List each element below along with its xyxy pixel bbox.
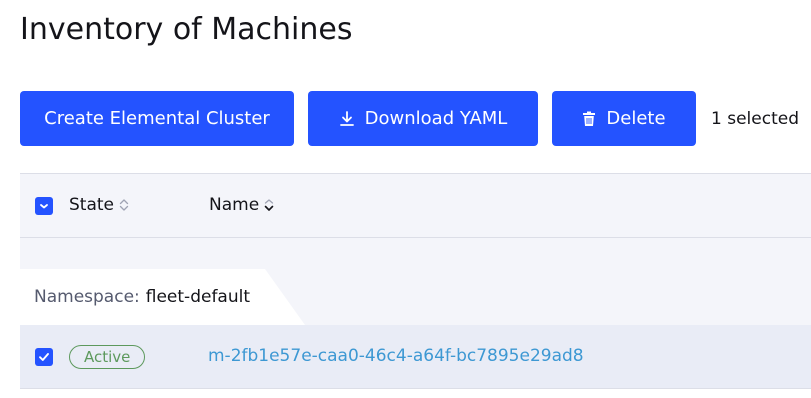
page-title: Inventory of Machines — [20, 12, 353, 47]
minus-icon — [39, 201, 49, 211]
download-yaml-label: Download YAML — [364, 108, 508, 129]
select-all-checkbox[interactable] — [35, 197, 53, 215]
namespace-value: fleet-default — [145, 287, 251, 307]
machine-name-link[interactable]: m-2fb1e57e-caa0-46c4-a64f-bc7895e29ad8 — [208, 346, 584, 366]
download-yaml-button[interactable]: Download YAML — [308, 91, 538, 146]
sort-down-icon — [263, 197, 275, 213]
status-badge: Active — [69, 345, 146, 369]
trash-icon — [582, 111, 596, 127]
create-elemental-cluster-button[interactable]: Create Elemental Cluster — [20, 91, 294, 146]
delete-label: Delete — [606, 108, 666, 129]
selected-count: 1 selected — [711, 108, 799, 129]
column-header-state[interactable]: State — [69, 195, 130, 215]
namespace-label: Namespace: — [34, 287, 140, 307]
delete-button[interactable]: Delete — [552, 91, 696, 146]
sort-both-icon — [118, 197, 130, 213]
table-row[interactable]: Active m-2fb1e57e-caa0-46c4-a64f-bc7895e… — [20, 325, 811, 389]
column-header-state-label: State — [69, 195, 114, 215]
column-header-name[interactable]: Name — [209, 195, 275, 215]
checkmark-icon — [38, 351, 50, 363]
namespace-group-header: Namespace: fleet-default — [20, 269, 305, 325]
row-checkbox[interactable] — [35, 348, 53, 366]
column-header-name-label: Name — [209, 195, 260, 215]
table-header: State Name — [20, 173, 811, 238]
download-icon — [339, 110, 355, 127]
bulk-actions-toolbar: Create Elemental Cluster Download YAML D… — [20, 91, 799, 146]
create-elemental-cluster-label: Create Elemental Cluster — [44, 108, 270, 129]
